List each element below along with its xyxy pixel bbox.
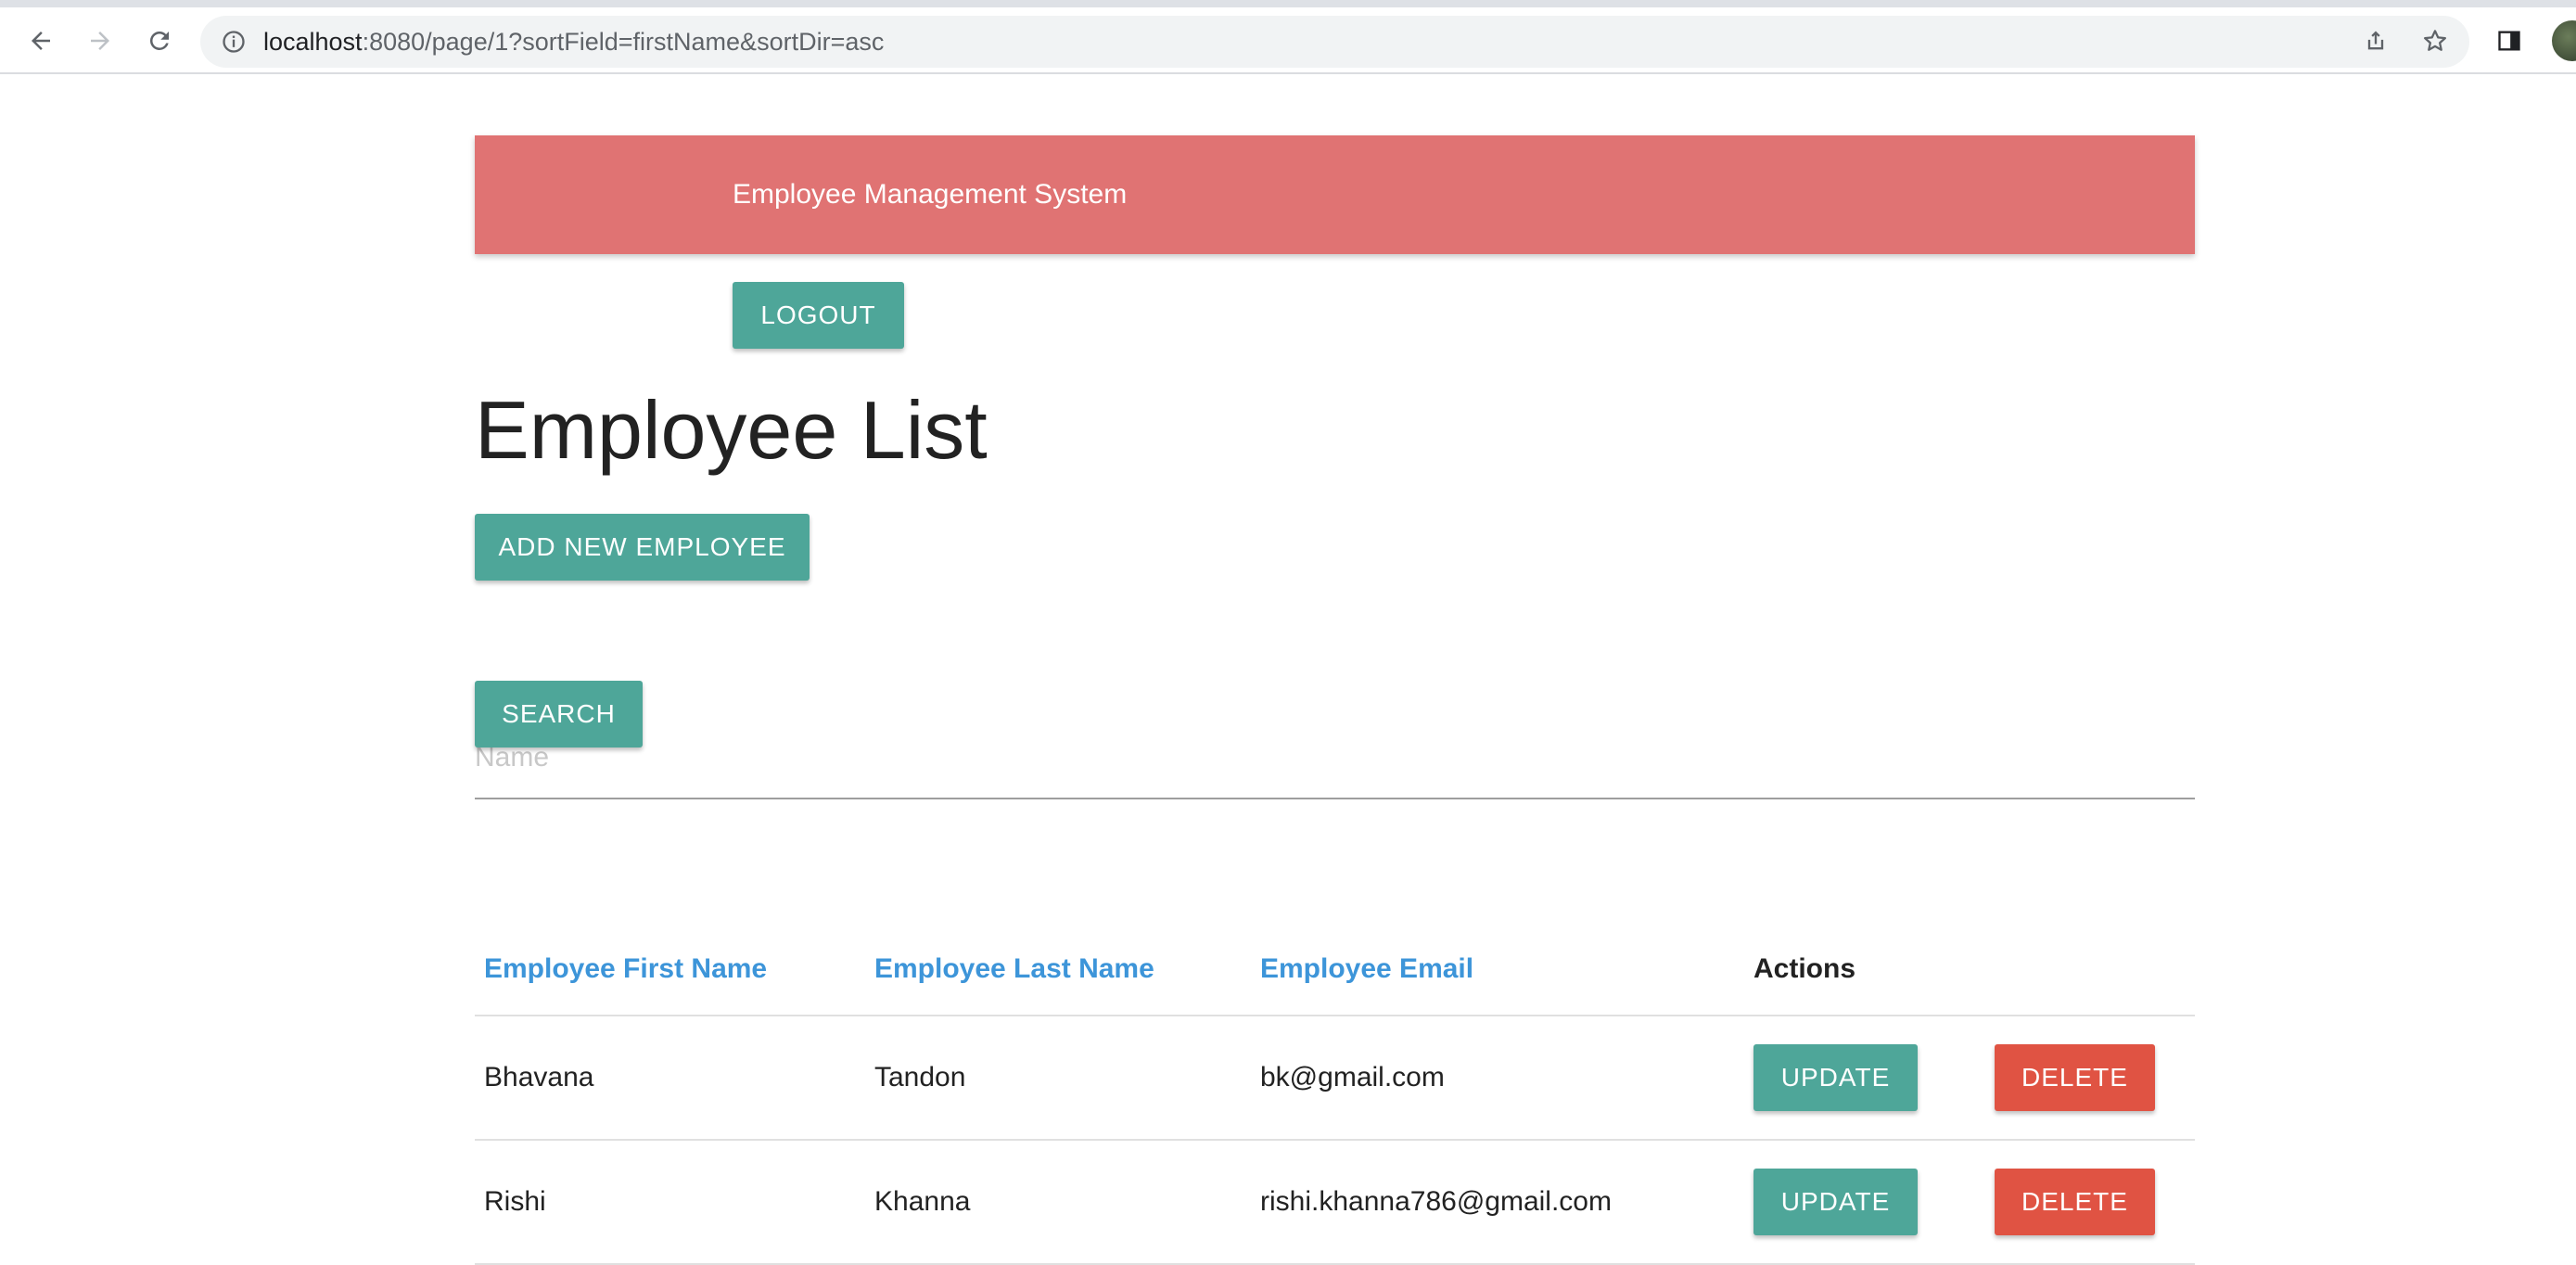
update-button[interactable]: UPDATE xyxy=(1753,1044,1918,1111)
add-new-employee-button[interactable]: ADD NEW EMPLOYEE xyxy=(475,514,810,581)
reload-icon[interactable] xyxy=(139,20,180,61)
update-button[interactable]: UPDATE xyxy=(1753,1169,1918,1235)
header-actions: Actions xyxy=(1744,924,1985,1016)
table-row: Bhavana Tandon bk@gmail.com UPDATE DELET… xyxy=(475,1016,2195,1141)
header-email: Employee Email xyxy=(1251,924,1744,1016)
share-icon[interactable] xyxy=(2355,20,2396,61)
cell-update: UPDATE xyxy=(1744,1016,1985,1141)
url-text[interactable]: localhost:8080/page/1?sortField=firstNam… xyxy=(263,27,884,57)
page-title: Employee List xyxy=(475,384,988,476)
table-header-row: Employee First Name Employee Last Name E… xyxy=(475,924,2195,1016)
side-panel-icon[interactable] xyxy=(2489,20,2530,61)
cell-last-name: Tandon xyxy=(865,1016,1251,1141)
navbar: Employee Management System xyxy=(475,135,2195,254)
address-bar[interactable]: localhost:8080/page/1?sortField=firstNam… xyxy=(200,16,2469,68)
cell-delete: DELETE xyxy=(1985,1016,2195,1141)
url-path: :8080/page/1?sortField=firstName&sortDir… xyxy=(362,28,885,56)
cell-delete: DELETE xyxy=(1985,1140,2195,1265)
logout-button[interactable]: LOGOUT xyxy=(733,282,904,349)
cell-first-name: Rishi xyxy=(475,1140,865,1265)
sort-email-link[interactable]: Employee Email xyxy=(1260,953,1473,984)
delete-button[interactable]: DELETE xyxy=(1995,1169,2155,1235)
cell-email: rishi.khanna786@gmail.com xyxy=(1251,1140,1744,1265)
url-host: localhost xyxy=(263,28,363,56)
cell-email: bk@gmail.com xyxy=(1251,1016,1744,1141)
forward-arrow-icon[interactable] xyxy=(80,20,121,61)
profile-avatar[interactable] xyxy=(2552,20,2576,61)
star-icon[interactable] xyxy=(2415,20,2455,61)
search-name-input[interactable] xyxy=(475,718,2195,799)
cell-update: UPDATE xyxy=(1744,1140,1985,1265)
header-last-name: Employee Last Name xyxy=(865,924,1251,1016)
header-first-name: Employee First Name xyxy=(475,924,865,1016)
cell-last-name: Khanna xyxy=(865,1140,1251,1265)
brand-title[interactable]: Employee Management System xyxy=(733,176,1127,213)
employee-table: Employee First Name Employee Last Name E… xyxy=(475,924,2195,1265)
sort-last-name-link[interactable]: Employee Last Name xyxy=(874,953,1154,984)
cell-first-name: Bhavana xyxy=(475,1016,865,1141)
info-icon[interactable] xyxy=(219,27,249,57)
back-arrow-icon[interactable] xyxy=(20,20,61,61)
table-row: Rishi Khanna rishi.khanna786@gmail.com U… xyxy=(475,1140,2195,1265)
search-button[interactable]: SEARCH xyxy=(475,681,643,748)
sort-first-name-link[interactable]: Employee First Name xyxy=(484,953,767,984)
header-actions-spacer xyxy=(1985,924,2195,1016)
tab-strip xyxy=(0,0,2576,7)
browser-toolbar: localhost:8080/page/1?sortField=firstNam… xyxy=(0,0,2576,74)
delete-button[interactable]: DELETE xyxy=(1995,1044,2155,1111)
